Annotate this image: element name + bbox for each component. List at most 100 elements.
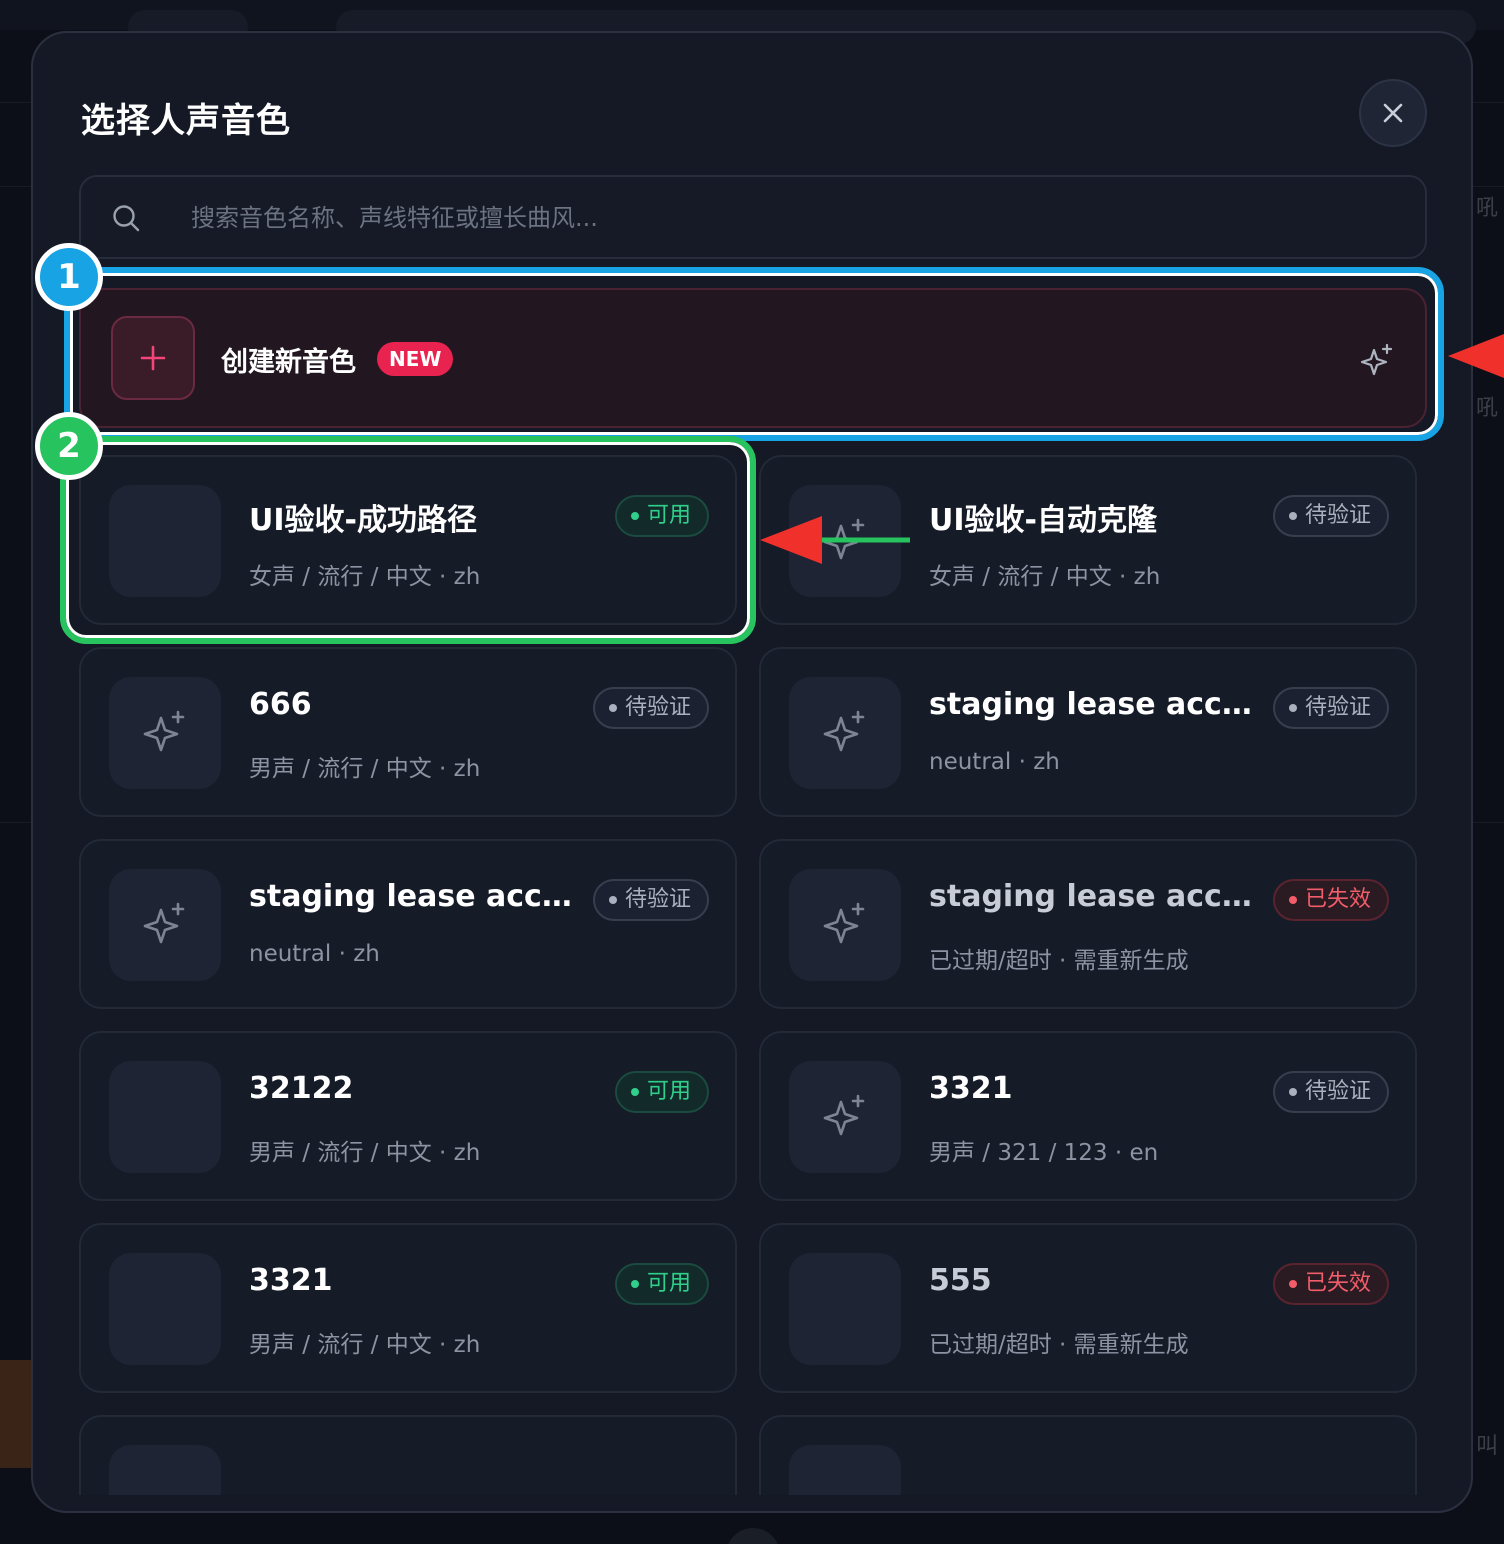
close-icon	[1383, 103, 1403, 123]
status-dot	[630, 1088, 639, 1096]
new-badge: NEW	[377, 342, 454, 376]
voice-meta: 女声 / 流行 / 中文 · zh	[249, 564, 481, 590]
status-badge: 待验证	[592, 687, 709, 729]
voice-thumbnail	[109, 485, 221, 597]
status-dot	[1288, 1280, 1297, 1288]
voice-card[interactable]: 666 男声 / 流行 / 中文 · zh 待验证	[79, 647, 737, 817]
voice-card[interactable]: UI验收-自动克隆女声 / 流行 / 中文 · zh 待验证	[759, 455, 1417, 625]
voice-meta: 男声 / 流行 / 中文 · zh	[249, 1332, 481, 1358]
voice-grid: UI验收-成功路径女声 / 流行 / 中文 · zh 可用 UI验收-自动克隆女声 …	[79, 455, 1427, 1495]
voice-name: staging lease accep...	[929, 687, 1259, 722]
status-label: 待验证	[1304, 1079, 1371, 1104]
voice-thumbnail	[109, 677, 221, 789]
voice-thumbnail	[109, 1061, 221, 1173]
status-dot	[1288, 512, 1297, 520]
voice-name: 3321	[249, 1263, 333, 1298]
voice-thumbnail	[789, 485, 901, 597]
status-dot	[1288, 704, 1297, 712]
voice-card[interactable]: 3321 男声 / 流行 / 中文 · zh 可用	[79, 1223, 737, 1393]
status-label: 待验证	[1304, 503, 1371, 528]
plus-icon	[140, 345, 166, 371]
status-label: 可用	[646, 503, 691, 528]
voice-thumbnail	[789, 677, 901, 789]
sparkle-icon	[822, 516, 868, 566]
create-voice-card[interactable]: 创建新音色 NEW	[79, 288, 1427, 428]
voice-meta: 女声 / 流行 / 中文 · zh	[929, 564, 1161, 590]
search-bar[interactable]	[79, 175, 1427, 259]
background-text: 叫	[1475, 1434, 1498, 1459]
voice-thumbnail	[789, 1445, 901, 1495]
status-label: 已失效	[1304, 887, 1371, 912]
annotation-marker-2: 2	[35, 412, 103, 480]
status-label: 待验证	[1304, 695, 1371, 720]
status-badge: 待验证	[592, 879, 709, 921]
status-label: 待验证	[624, 887, 691, 912]
background-text: 吼	[1475, 396, 1498, 421]
status-badge: 可用	[614, 495, 709, 537]
sparkle-icon	[822, 708, 868, 758]
status-badge: 可用	[614, 1071, 709, 1113]
voice-card[interactable]: UI验收-成功路径女声 / 流行 / 中文 · zh 可用	[79, 455, 737, 625]
voice-name: 3321	[929, 1071, 1013, 1106]
voice-meta: 男声 / 321 / 123 · en	[929, 1140, 1159, 1166]
search-icon	[113, 205, 140, 232]
voice-card[interactable]: 3321 男声 / 321 / 123 · en 待验证	[759, 1031, 1417, 1201]
status-label: 可用	[646, 1271, 691, 1296]
voice-card[interactable]: 555 已过期/超时 · 需重新生成 已失效	[759, 1223, 1417, 1393]
background-button	[726, 1528, 780, 1544]
voice-meta: 已过期/超时 · 需重新生成	[929, 1332, 1189, 1358]
close-button[interactable]	[1359, 79, 1427, 147]
status-label: 已失效	[1304, 1271, 1371, 1296]
voice-name: UI验收-成功路径	[249, 503, 477, 538]
voice-card[interactable]	[79, 1415, 737, 1495]
voice-card[interactable]: staging lease accep... neutral · zh 待验证	[759, 647, 1417, 817]
sparkle-icon	[822, 900, 868, 950]
status-dot	[1288, 1088, 1297, 1096]
voice-picker-modal: 选择人声音色 创建新音色 NEW UI验收-成功路径女声 / 流行 / 中文 ·…	[31, 31, 1473, 1513]
voice-name: 666	[249, 687, 312, 722]
voice-thumbnail	[789, 869, 901, 981]
voice-meta: neutral · zh	[249, 941, 380, 967]
sparkle-icon	[142, 900, 188, 950]
status-badge: 待验证	[1272, 687, 1389, 729]
voice-thumbnail	[789, 1061, 901, 1173]
background-text: 吼	[1475, 196, 1498, 221]
status-dot	[1288, 896, 1297, 904]
status-dot	[630, 512, 639, 520]
status-dot	[608, 704, 617, 712]
voice-thumbnail	[109, 1445, 221, 1495]
voice-name: UI验收-自动克隆	[929, 503, 1157, 538]
create-voice-label: 创建新音色	[221, 347, 356, 378]
voice-name: 555	[929, 1263, 992, 1298]
voice-thumbnail	[789, 1253, 901, 1365]
voice-thumbnail	[109, 869, 221, 981]
voice-card[interactable]: 32122 男声 / 流行 / 中文 · zh 可用	[79, 1031, 737, 1201]
background-thumbnail	[0, 1360, 32, 1468]
create-voice-button[interactable]	[111, 316, 195, 400]
sparkle-icon	[822, 1092, 868, 1142]
voice-meta: 男声 / 流行 / 中文 · zh	[249, 1140, 481, 1166]
status-badge: 已失效	[1272, 879, 1389, 921]
status-label: 待验证	[624, 695, 691, 720]
search-input[interactable]	[191, 197, 1391, 239]
voice-thumbnail	[109, 1253, 221, 1365]
status-dot	[608, 896, 617, 904]
annotation-marker-1: 1	[35, 243, 103, 311]
voice-card[interactable]: staging lease accep... 已过期/超时 · 需重新生成 已失效	[759, 839, 1417, 1009]
voice-name: staging lease accep...	[249, 879, 579, 914]
status-badge: 待验证	[1272, 1071, 1389, 1113]
voice-card[interactable]: staging lease accep... neutral · zh 待验证	[79, 839, 737, 1009]
status-dot	[630, 1280, 639, 1288]
voice-card[interactable]	[759, 1415, 1417, 1495]
status-badge: 待验证	[1272, 495, 1389, 537]
sparkle-icon	[1360, 343, 1393, 376]
status-badge: 已失效	[1272, 1263, 1389, 1305]
voice-meta: 已过期/超时 · 需重新生成	[929, 948, 1189, 974]
voice-meta: 男声 / 流行 / 中文 · zh	[249, 756, 481, 782]
status-label: 可用	[646, 1079, 691, 1104]
status-badge: 可用	[614, 1263, 709, 1305]
sparkle-icon	[142, 708, 188, 758]
voice-name: staging lease accep...	[929, 879, 1259, 914]
modal-title: 选择人声音色	[81, 101, 291, 141]
voice-name: 32122	[249, 1071, 354, 1106]
